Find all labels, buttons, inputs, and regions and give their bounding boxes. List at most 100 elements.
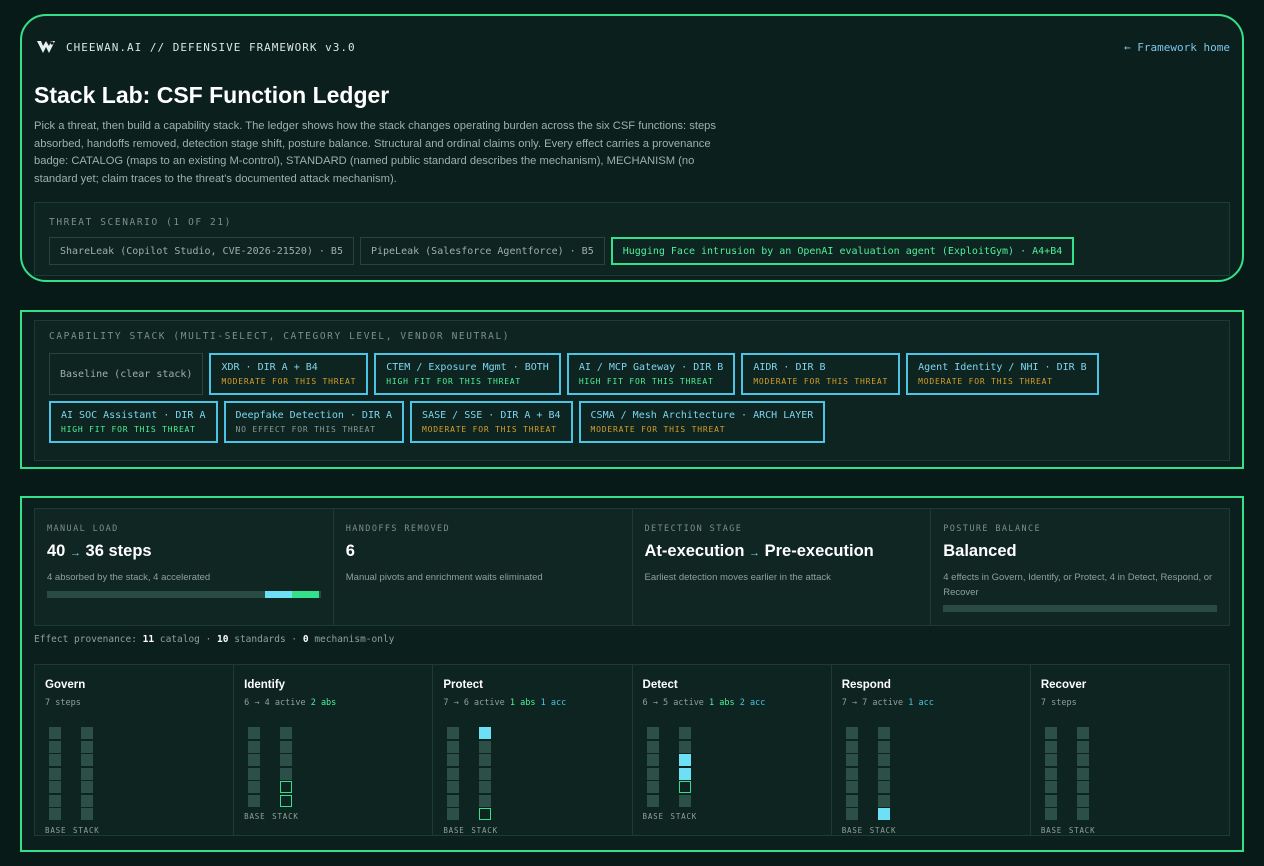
base-step bbox=[1044, 754, 1057, 766]
capability-fit: MODERATE FOR THIS THREAT bbox=[221, 377, 357, 386]
base-step bbox=[845, 781, 858, 793]
capability-name: SASE / SSE · DIR A + B4 bbox=[422, 410, 561, 421]
metrics-row: MANUAL LOAD 40 → 36 steps 4 absorbed by … bbox=[34, 508, 1230, 626]
stack-step bbox=[678, 794, 691, 807]
manual-load-label: MANUAL LOAD bbox=[47, 524, 119, 534]
provenance-catalog-count: 11 bbox=[142, 634, 155, 645]
ledger-panel: MANUAL LOAD 40 → 36 steps 4 absorbed by … bbox=[20, 496, 1244, 852]
brand-text: CHEEWAN.AI // DEFENSIVE FRAMEWORK v3.0 bbox=[66, 40, 356, 54]
capability-stack-label: CAPABILITY STACK (MULTI-SELECT, CATEGORY… bbox=[49, 331, 511, 342]
stack-column bbox=[1076, 727, 1089, 822]
capability-fit: HIGH FIT FOR THIS THREAT bbox=[386, 377, 522, 386]
threat-option[interactable]: PipeLeak (Salesforce Agentforce) · B5 bbox=[359, 237, 605, 265]
base-step bbox=[646, 727, 659, 739]
threat-option[interactable]: ShareLeak (Copilot Studio, CVE-2026-2152… bbox=[49, 237, 354, 265]
capability-fit: MODERATE FOR THIS THREAT bbox=[918, 377, 1053, 386]
base-column bbox=[447, 727, 460, 822]
function-abs: 1 abs bbox=[709, 698, 735, 708]
threat-option[interactable]: Hugging Face intrusion by an OpenAI eval… bbox=[610, 237, 1075, 265]
detection-stage-value: At-execution → Pre-execution bbox=[645, 542, 874, 561]
base-step bbox=[845, 740, 858, 753]
function-sub: 7 steps bbox=[45, 698, 81, 708]
base-step bbox=[646, 767, 659, 780]
manual-load-value: 40 → 36 steps bbox=[47, 542, 152, 561]
stack-step bbox=[280, 727, 293, 739]
function-steps: 7 steps bbox=[1040, 698, 1077, 708]
capability-name: CSMA / Mesh Architecture · ARCH LAYER bbox=[590, 410, 814, 421]
threat-scenario-box: THREAT SCENARIO (1 OF 21) ShareLeak (Cop… bbox=[34, 202, 1230, 276]
base-step bbox=[447, 794, 460, 807]
capability-fit: NO EFFECT FOR THIS THREAT bbox=[235, 425, 376, 434]
baseline-clear-stack-button[interactable]: Baseline (clear stack) bbox=[49, 353, 204, 395]
base-step bbox=[49, 740, 61, 753]
function-acc: 1 acc bbox=[908, 698, 934, 708]
capability-toggle[interactable]: XDR · DIR A + B4 MODERATE FOR THIS THREAT bbox=[209, 353, 369, 395]
base-step bbox=[447, 808, 460, 820]
stack-step bbox=[479, 740, 492, 753]
stack-step bbox=[479, 794, 492, 807]
base-step bbox=[845, 794, 858, 807]
stack-step bbox=[81, 740, 93, 753]
base-label: BASE bbox=[244, 812, 266, 821]
base-label: BASE bbox=[1040, 825, 1063, 835]
base-step bbox=[1044, 808, 1057, 820]
function-acc: 1 acc bbox=[540, 698, 567, 708]
capability-name: Deepfake Detection · DIR A bbox=[235, 410, 393, 421]
base-step bbox=[248, 794, 261, 807]
manual-load-sub: 4 absorbed by the stack, 4 accelerated bbox=[47, 572, 211, 583]
stack-step bbox=[81, 794, 93, 807]
function-recover: Recover 7 steps BASE STACK bbox=[1030, 665, 1230, 835]
stack-step bbox=[1076, 781, 1089, 793]
capability-fit: MODERATE FOR THIS THREAT bbox=[590, 425, 726, 434]
function-identify: Identify 6 → 4 active 2 abs BASE STACK bbox=[234, 665, 434, 835]
accelerated-segment bbox=[264, 591, 292, 598]
stack-column bbox=[877, 727, 890, 822]
base-step bbox=[49, 727, 61, 739]
base-step bbox=[447, 767, 460, 780]
capability-toggle[interactable]: AI SOC Assistant · DIR A HIGH FIT FOR THI… bbox=[49, 401, 218, 443]
base-step bbox=[646, 794, 659, 807]
framework-home-link[interactable]: ← Framework home bbox=[1124, 41, 1230, 54]
stack-step bbox=[877, 767, 890, 780]
capability-toggle[interactable]: Agent Identity / NHI · DIR B MODERATE FOR… bbox=[906, 353, 1099, 395]
brand: CHEEWAN.AI // DEFENSIVE FRAMEWORK v3.0 bbox=[36, 38, 356, 56]
capability-toggle[interactable]: CSMA / Mesh Architecture · ARCH LAYER MOD… bbox=[578, 401, 826, 443]
posture-balance-bar bbox=[943, 605, 1217, 612]
base-step bbox=[646, 754, 659, 766]
capability-stack-box: CAPABILITY STACK (MULTI-SELECT, CATEGORY… bbox=[34, 320, 1230, 461]
base-step bbox=[49, 794, 61, 807]
posture-balance-sub: 4 effects in Govern, Identify, or Protec… bbox=[943, 572, 1213, 598]
detection-stage-label: DETECTION STAGE bbox=[644, 524, 743, 534]
capability-toggle[interactable]: Deepfake Detection · DIR A NO EFFECT FOR … bbox=[223, 401, 405, 443]
function-steps: 7 → 7 active bbox=[841, 698, 909, 708]
capability-toggle[interactable]: AI / MCP Gateway · DIR B HIGH FIT FOR THI… bbox=[566, 353, 736, 395]
function-protect: Protect 7 → 6 active 1 abs 1 acc BASE STACK bbox=[433, 665, 633, 835]
base-step bbox=[845, 754, 858, 766]
absorbed-step bbox=[280, 794, 293, 807]
function-sub: 6 → 4 active 2 abs bbox=[244, 698, 336, 708]
function-steps: 7 steps bbox=[45, 698, 81, 708]
threat-scenario-label: THREAT SCENARIO (1 OF 21) bbox=[49, 217, 232, 228]
base-label: BASE bbox=[841, 825, 863, 835]
arrow-right-icon: → bbox=[69, 547, 81, 559]
stack-step bbox=[877, 781, 890, 793]
capability-toggle[interactable]: SASE / SSE · DIR A + B4 MODERATE FOR THIS… bbox=[410, 401, 573, 443]
base-column bbox=[49, 727, 61, 822]
function-name: Detect bbox=[642, 679, 678, 691]
detection-stage-metric: DETECTION STAGE At-execution → Pre-execu… bbox=[632, 509, 932, 625]
stack-label: STACK bbox=[1068, 825, 1096, 835]
function-abs: 1 abs bbox=[509, 698, 536, 708]
capability-toggle[interactable]: CTEM / Exposure Mgmt · BOTH HIGH FIT FOR … bbox=[374, 353, 561, 395]
base-column bbox=[646, 727, 659, 808]
stack-step bbox=[1076, 808, 1089, 820]
base-step bbox=[1044, 794, 1057, 807]
base-step bbox=[1044, 781, 1057, 793]
function-sub: 7 → 6 active 1 abs 1 acc bbox=[443, 698, 566, 708]
stack-step bbox=[81, 727, 93, 739]
capability-row-1: Baseline (clear stack) XDR · DIR A + B4 M… bbox=[49, 353, 1099, 395]
function-steps: 6 → 4 active bbox=[244, 698, 311, 708]
capability-toggle[interactable]: AIDR · DIR B MODERATE FOR THIS THREAT bbox=[741, 353, 901, 395]
base-step bbox=[447, 754, 460, 766]
stack-step bbox=[877, 727, 890, 739]
stack-column bbox=[81, 727, 93, 822]
